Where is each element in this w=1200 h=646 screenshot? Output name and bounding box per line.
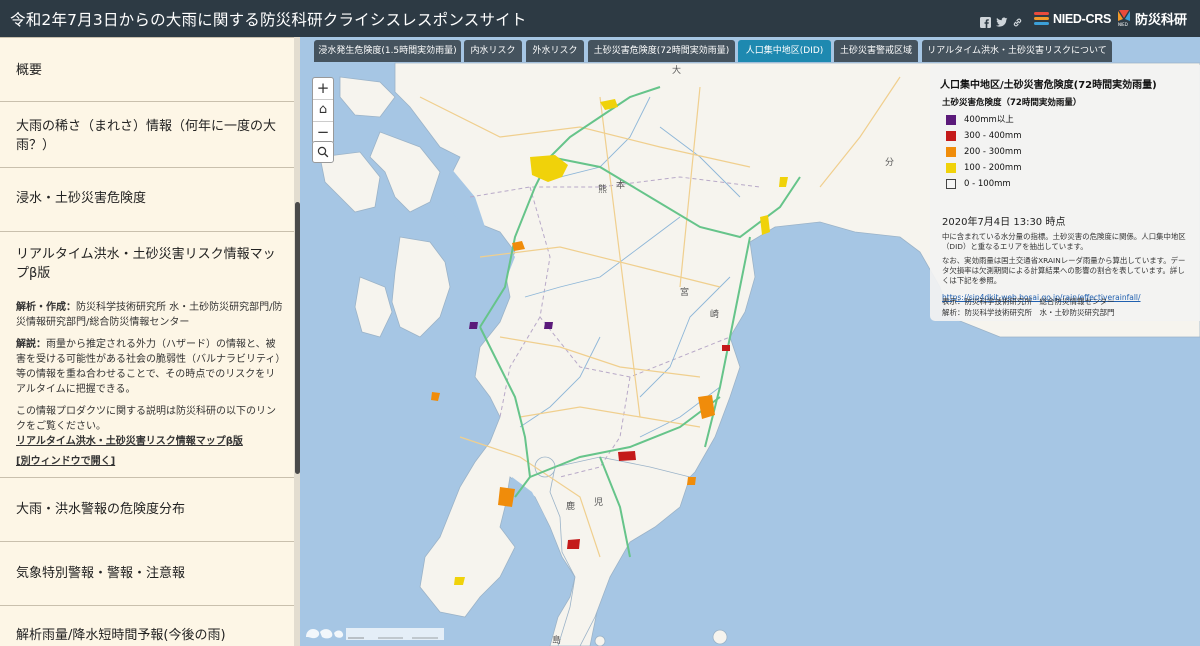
sidebar-section-rainfall-forecast[interactable]: 解析雨量/降水短時間予報(今後の雨)	[0, 605, 294, 646]
info-text: この情報プロダクツに関する説明は防災科研の以下のリンクをご覧ください。 リアルタ…	[16, 404, 284, 449]
legend-title: 人口集中地区/土砂災害危険度(72時間実効雨量)	[940, 80, 1157, 91]
analysis-credit: 解析・作成：防災科学技術研究所 水・土砂防災研究部門/防災情報研究部門/総合防災…	[16, 300, 284, 330]
twitter-icon[interactable]	[996, 13, 1008, 27]
home-button[interactable]: ⌂	[313, 100, 333, 122]
tab-sediment-warning-area[interactable]: 土砂災害警戒区域	[834, 40, 918, 62]
description-label: 解説：	[16, 339, 46, 350]
legend-item-label: 300 - 400mm	[964, 131, 1022, 141]
legend-swatch	[946, 163, 956, 173]
sidebar-section-title: 気象特別警報・警報・注意報	[16, 566, 186, 581]
sidebar-section-title: 概要	[16, 63, 43, 78]
share-icons	[980, 11, 1023, 28]
legend-item-label: 200 - 300mm	[964, 147, 1022, 157]
nied-logo-small-text: NIED	[1118, 22, 1128, 27]
info-sentence: この情報プロダクツに関する説明は防災科研の以下のリンクをご覧ください。	[16, 406, 276, 432]
legend-item-label: 100 - 200mm	[964, 163, 1022, 173]
crs-stripes-icon	[1034, 12, 1049, 25]
map-view[interactable]: 大 分 熊 本 宮 崎 鹿 児 島 浸水発生危険度(1.5時間実効雨量) 内水リ…	[300, 37, 1200, 646]
nied-crs-logo[interactable]: NIED-CRS	[1034, 10, 1111, 27]
tab-sediment-disaster-risk[interactable]: 土砂災害危険度(72時間実効雨量)	[588, 40, 735, 62]
tab-inundation-risk[interactable]: 浸水発生危険度(1.5時間実効雨量)	[314, 40, 461, 62]
sidebar-section-warning-distribution[interactable]: 大雨・洪水警報の危険度分布	[0, 477, 294, 541]
realtime-risk-map-link[interactable]: リアルタイム洪水・土砂災害リスク情報マップβ版	[16, 436, 243, 447]
legend-swatch	[946, 115, 956, 125]
legend-swatch	[946, 131, 956, 141]
nied-logo[interactable]: 防災科研 NIED	[1116, 7, 1187, 29]
sidebar-section-title: 大雨の稀さ（まれさ）情報（何年に一度の大雨？）	[16, 119, 277, 153]
sidebar-section-title: 大雨・洪水警報の危険度分布	[16, 502, 186, 517]
open-new-window-link[interactable]: [別ウィンドウで開く]	[16, 454, 284, 469]
analysis-label: 解析・作成：	[16, 302, 76, 313]
map-label-miyazaki-2: 崎	[710, 310, 720, 320]
map-legend: 人口集中地区/土砂災害危険度(72時間実効雨量) 土砂災害危険度（72時間実効雨…	[930, 65, 1200, 321]
sidebar-section-weather-warnings[interactable]: 気象特別警報・警報・注意報	[0, 541, 294, 605]
sidebar: 概要 大雨の稀さ（まれさ）情報（何年に一度の大雨？） 浸水・土砂災害危険度 リア…	[0, 37, 296, 646]
description-text: 雨量から推定される外力（ハザード）の情報と、被害を受ける可能性がある社会の脆弱性…	[16, 339, 281, 395]
description: 解説：雨量から推定される外力（ハザード）の情報と、被害を受ける可能性がある社会の…	[16, 337, 284, 397]
link-icon[interactable]	[1012, 13, 1023, 26]
sidebar-section-rarity[interactable]: 大雨の稀さ（まれさ）情報（何年に一度の大雨？）	[0, 101, 294, 167]
legend-item-label: 0 - 100mm	[964, 179, 1011, 189]
zoom-controls: + ⌂ −	[312, 77, 334, 144]
map-label-miyazaki: 宮	[680, 288, 690, 298]
zoom-in-button[interactable]: +	[313, 78, 333, 100]
facebook-icon[interactable]	[980, 13, 991, 28]
map-search-button[interactable]	[312, 141, 334, 163]
nied-logo-text: 防災科研	[1135, 12, 1188, 28]
sidebar-section-flood-sediment[interactable]: 浸水・土砂災害危険度	[0, 167, 294, 231]
site-title: 令和2年7月3日からの大雨に関する防災科研クライシスレスポンスサイト	[10, 11, 527, 29]
map-label-oita-2: 分	[885, 158, 895, 168]
sidebar-section-realtime-risk[interactable]: リアルタイム洪水・土砂災害リスク情報マップβ版 解析・作成：防災科学技術研究所 …	[0, 231, 294, 477]
map-label-island: 島	[552, 636, 562, 646]
sidebar-section-title: 浸水・土砂災害危険度	[16, 191, 147, 206]
legend-credit-analysis: 解析：防災科学技術研究所 水・土砂防災研究部門	[942, 308, 1115, 317]
legend-swatch	[946, 147, 956, 157]
legend-description-1: 中に含まれている水分量の指標。土砂災害の危険度に関係。人口集中地区（DID）と重…	[942, 232, 1186, 251]
zoom-out-button[interactable]: −	[313, 122, 333, 143]
tab-did[interactable]: 人口集中地区(DID)	[738, 40, 831, 62]
search-icon	[317, 146, 329, 158]
sidebar-section-overview[interactable]: 概要	[0, 37, 294, 101]
map-label-oita: 大	[672, 66, 682, 76]
layer-tab-bar: 浸水発生危険度(1.5時間実効雨量) 内水リスク 外水リスク 土砂災害危険度(7…	[300, 37, 1200, 63]
legend-timestamp: 2020年7月4日 13:30 時点	[942, 217, 1066, 228]
legend-item-label: 400mm以上	[964, 115, 1014, 125]
map-label-kumamoto-2: 本	[616, 181, 626, 191]
map-label-kumamoto: 熊	[598, 185, 608, 195]
nied-crs-logo-text: NIED-CRS	[1053, 11, 1112, 26]
sidebar-section-title: 解析雨量/降水短時間予報(今後の雨)	[16, 628, 226, 643]
tab-about-realtime-risk[interactable]: リアルタイム洪水・土砂災害リスクについて	[922, 40, 1112, 62]
map-attribution	[304, 623, 454, 641]
map-label-kagoshima-2: 児	[594, 498, 604, 508]
sidebar-section-title: リアルタイム洪水・土砂災害リスク情報マップβ版	[16, 247, 276, 281]
top-header: 令和2年7月3日からの大雨に関する防災科研クライシスレスポンスサイト NIED-…	[0, 0, 1200, 37]
tab-inland-water-risk[interactable]: 内水リスク	[464, 40, 522, 62]
legend-description-2: なお、実効雨量は国土交通省XRAINレーダ雨量から算出しています。データ欠損率は…	[942, 256, 1186, 285]
legend-subtitle: 土砂災害危険度（72時間実効雨量）	[942, 98, 1082, 108]
tab-river-flood-risk[interactable]: 外水リスク	[526, 40, 584, 62]
legend-swatch	[946, 179, 956, 189]
esri-logo	[306, 628, 444, 640]
legend-credit-display: 表示：防災科学技術研究所 総合防災情報センター	[942, 297, 1115, 306]
map-label-kagoshima: 鹿	[566, 502, 576, 512]
